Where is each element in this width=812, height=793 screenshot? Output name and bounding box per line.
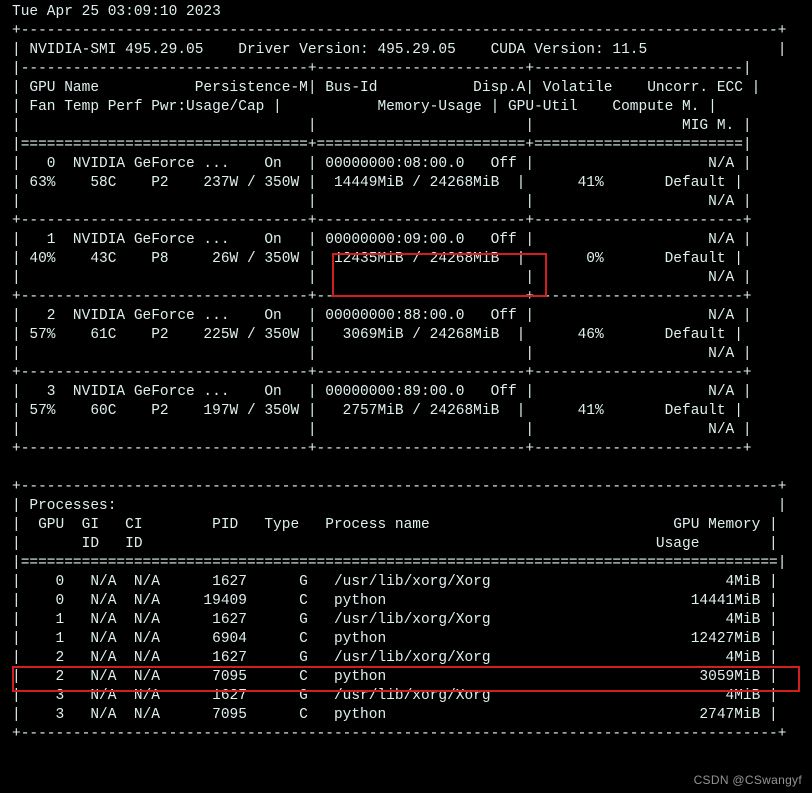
watermark: CSDN @CSwangyf (694, 771, 802, 790)
nvidia-smi-output: Tue Apr 25 03:09:10 2023 +--------------… (12, 3, 786, 744)
